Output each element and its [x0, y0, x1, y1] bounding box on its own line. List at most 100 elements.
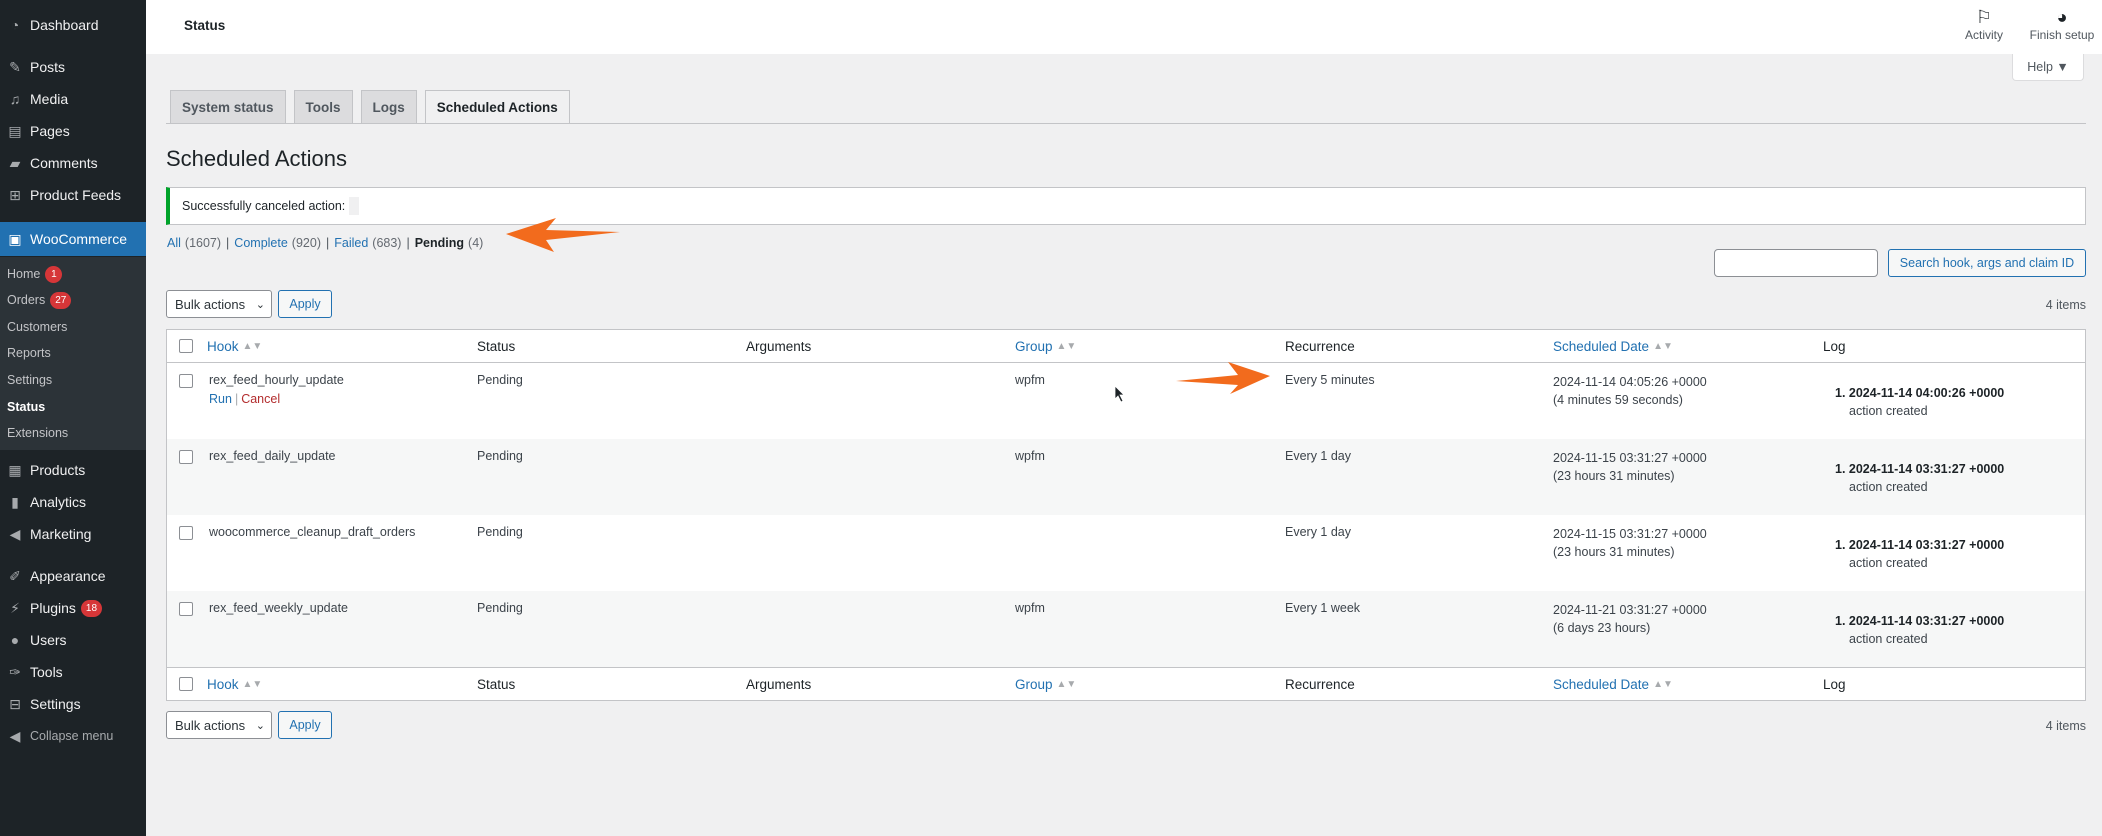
filter-complete[interactable]: Complete — [234, 236, 288, 250]
status-filter-links: All (1607) | Complete (920) | Failed (683) | P… — [167, 236, 484, 250]
user-icon: ● — [10, 632, 20, 648]
group-cell: wpfm — [1015, 373, 1045, 387]
admin-sidebar: ◔ Dashboard ✎ Posts ♫ Media ▤ Pages ▰ Comment… — [0, 0, 146, 836]
activity-button[interactable]: ⚐ Activity — [1954, 6, 2014, 43]
select-all-checkbox-footer[interactable] — [179, 677, 193, 691]
recurrence-cell: Every 1 day — [1285, 525, 1352, 539]
collapse-menu-button[interactable]: ◀ Collapse menu — [0, 721, 146, 751]
sidebar-item-posts[interactable]: ✎ Posts — [0, 52, 146, 82]
woo-icon: ▣ — [8, 230, 22, 247]
column-hook-footer[interactable]: Hook ▲▼ — [207, 668, 262, 701]
column-hook[interactable]: Hook ▲▼ — [207, 330, 262, 363]
tab-divider — [166, 123, 2086, 124]
sort-icon: ▲▼ — [1653, 341, 1673, 352]
filter-all[interactable]: All — [167, 236, 181, 250]
column-arguments-footer: Arguments — [746, 677, 812, 692]
tab-tools[interactable]: Tools — [293, 90, 353, 123]
status-tabs: System status Tools Logs Scheduled Actio… — [170, 90, 578, 123]
sort-icon: ▲▼ — [1056, 341, 1077, 352]
flag-icon: ⚐ — [1975, 6, 1993, 27]
media-icon: ♫ — [9, 91, 21, 107]
scheduled-actions-table: Hook ▲▼ Status Arguments Group ▲▼ Recurren… — [166, 329, 2086, 701]
column-group-footer[interactable]: Group ▲▼ — [1015, 668, 1076, 701]
wrench-icon: ✑ — [9, 663, 21, 680]
sidebar-item-dashboard[interactable]: ◔ Dashboard — [0, 10, 146, 40]
apply-button-bottom[interactable]: Apply — [278, 711, 332, 739]
run-link[interactable]: Run — [209, 392, 232, 406]
sort-icon: ▲▼ — [1653, 679, 1673, 690]
status-cell: Pending — [477, 601, 523, 615]
apply-button-top[interactable]: Apply — [278, 290, 332, 318]
sidebar-item-users[interactable]: ● Users — [0, 625, 146, 655]
items-count-top: 4 items — [2045, 298, 2086, 312]
filter-failed[interactable]: Failed — [334, 236, 368, 250]
sidebar-item-product-feeds[interactable]: ⊞ Product Feeds — [0, 180, 146, 210]
main-content: Help ▼ System status Tools Logs Schedule… — [146, 54, 2102, 836]
hook-cell: rex_feed_daily_update — [209, 449, 336, 463]
status-cell: Pending — [477, 525, 523, 539]
sidebar-item-plugins[interactable]: ⚡ Plugins 18 — [0, 593, 146, 623]
sort-icon: ▲▼ — [1056, 679, 1077, 690]
hook-cell: rex_feed_weekly_update — [209, 601, 348, 615]
recurrence-cell: Every 1 week — [1285, 601, 1361, 615]
products-icon: ▦ — [8, 461, 22, 478]
log-cell: 1. 2024-11-14 03:31:27 +0000 action creat… — [1835, 538, 2005, 570]
search-input[interactable] — [1714, 249, 1878, 277]
plugin-icon: ⚡ — [10, 599, 20, 616]
sort-icon: ▲▼ — [242, 341, 263, 352]
row-actions: Run | Cancel — [209, 392, 281, 406]
tab-logs[interactable]: Logs — [360, 90, 417, 123]
sidebar-item-marketing[interactable]: ◀ Marketing — [0, 519, 146, 549]
table-row: woocommerce_cleanup_draft_orders Pending… — [167, 515, 2085, 591]
help-button[interactable]: Help ▼ — [2012, 54, 2084, 81]
bulk-actions-select-bottom[interactable]: Bulk actions ⌄ — [166, 711, 272, 739]
sidebar-item-appearance[interactable]: ✐ Appearance — [0, 561, 146, 591]
submenu-item-home[interactable]: Home 1 — [7, 264, 63, 284]
status-cell: Pending — [477, 449, 523, 463]
filter-pending-count: (4) — [468, 236, 484, 250]
sidebar-item-products[interactable]: ▦ Products — [0, 455, 146, 485]
column-recurrence-footer: Recurrence — [1285, 677, 1355, 692]
submenu-item-settings[interactable]: Settings — [7, 370, 52, 390]
row-checkbox[interactable] — [179, 526, 193, 540]
filter-pending[interactable]: Pending — [415, 236, 464, 250]
hook-cell: rex_feed_hourly_update Run | Cancel — [209, 373, 344, 406]
recurrence-cell: Every 1 day — [1285, 449, 1352, 463]
finish-setup-button[interactable]: ◕ Finish setup — [2022, 6, 2102, 43]
sidebar-item-media[interactable]: ♫ Media — [0, 84, 146, 114]
column-scheduled-date[interactable]: Scheduled Date ▲▼ — [1553, 330, 1673, 363]
column-arguments: Arguments — [746, 339, 812, 354]
settings-icon: ⊟ — [9, 695, 21, 712]
row-checkbox[interactable] — [179, 450, 193, 464]
submenu-item-extensions[interactable]: Extensions — [7, 423, 68, 443]
row-checkbox[interactable] — [179, 374, 193, 388]
bulk-actions-select-top[interactable]: Bulk actions ⌄ — [166, 290, 272, 318]
column-scheduled-date-footer[interactable]: Scheduled Date ▲▼ — [1553, 668, 1673, 701]
sidebar-item-woocommerce[interactable]: ▣ WooCommerce — [0, 222, 146, 256]
row-checkbox[interactable] — [179, 602, 193, 616]
tab-scheduled-actions[interactable]: Scheduled Actions — [424, 90, 570, 123]
redacted-box — [349, 197, 360, 215]
sidebar-item-analytics[interactable]: ▮ Analytics — [0, 487, 146, 517]
cancel-link[interactable]: Cancel — [241, 392, 280, 406]
sidebar-item-settings[interactable]: ⊟ Settings — [0, 689, 146, 719]
sidebar-item-comments[interactable]: ▰ Comments — [0, 148, 146, 178]
submenu-item-customers[interactable]: Customers — [7, 317, 67, 337]
analytics-icon: ▮ — [11, 493, 19, 510]
tab-system-status[interactable]: System status — [170, 90, 286, 123]
group-cell: wpfm — [1015, 449, 1045, 463]
sidebar-item-tools[interactable]: ✑ Tools — [0, 657, 146, 687]
feed-icon: ⊞ — [9, 186, 21, 203]
group-cell: wpfm — [1015, 601, 1045, 615]
brush-icon: ✐ — [9, 567, 21, 584]
select-all-checkbox[interactable] — [179, 339, 193, 353]
submenu-item-reports[interactable]: Reports — [7, 343, 51, 363]
progress-circle-icon: ◕ — [2056, 6, 2068, 27]
column-group[interactable]: Group ▲▼ — [1015, 330, 1076, 363]
home-count-badge: 1 — [45, 265, 63, 283]
submenu-item-status[interactable]: Status — [7, 397, 45, 417]
submenu-item-orders[interactable]: Orders 27 — [7, 290, 72, 310]
search-button[interactable]: Search hook, args and claim ID — [1888, 249, 2086, 277]
sidebar-item-pages[interactable]: ▤ Pages — [0, 116, 146, 146]
scheduled-date-cell: 2024-11-21 03:31:27 +0000 (6 days 23 hour… — [1553, 603, 1707, 635]
